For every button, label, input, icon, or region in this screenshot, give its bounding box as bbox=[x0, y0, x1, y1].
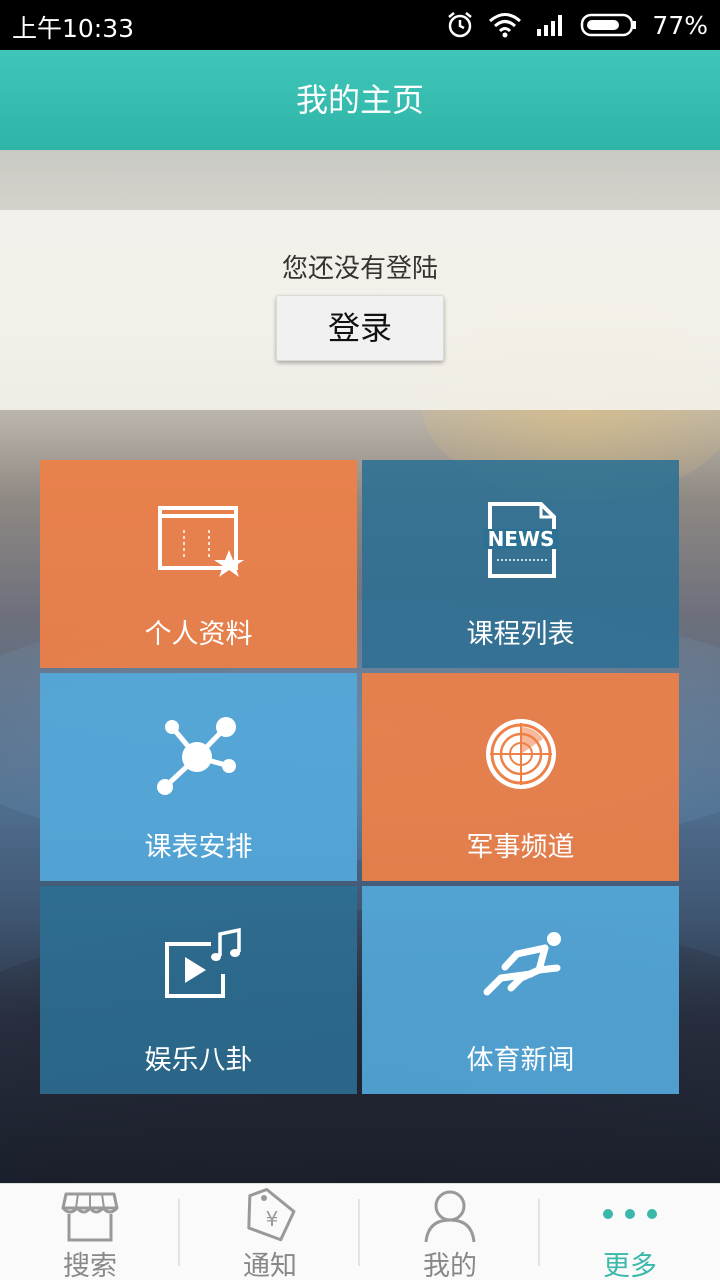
svg-text:NEWS: NEWS bbox=[487, 527, 554, 551]
tile-military[interactable]: 军事频道 bbox=[362, 673, 679, 881]
tile-course-list[interactable]: NEWS 课程列表 bbox=[362, 460, 679, 668]
tile-sports-news[interactable]: 体育新闻 bbox=[362, 886, 679, 1094]
profile-card-star-icon bbox=[149, 500, 249, 580]
tile-label: 个人资料 bbox=[40, 612, 357, 651]
login-panel: 您还没有登陆 登录 bbox=[0, 210, 720, 410]
battery-percentage: 77% bbox=[652, 11, 708, 40]
tile-label: 军事频道 bbox=[362, 825, 679, 864]
nav-item-label: 搜索 bbox=[0, 1244, 180, 1280]
battery-icon bbox=[580, 12, 638, 38]
nav-item-more[interactable]: 更多 bbox=[540, 1184, 720, 1280]
nav-item-search[interactable]: 搜索 bbox=[0, 1184, 180, 1280]
video-music-icon bbox=[149, 926, 249, 1006]
runner-icon bbox=[471, 926, 571, 1006]
nav-item-label: 我的 bbox=[360, 1244, 540, 1280]
nav-item-label: 更多 bbox=[540, 1244, 720, 1280]
page-title: 我的主页 bbox=[296, 81, 424, 119]
tile-profile[interactable]: 个人资料 bbox=[40, 460, 357, 668]
tile-entertainment[interactable]: 娱乐八卦 bbox=[40, 886, 357, 1094]
more-dots-icon bbox=[600, 1186, 660, 1244]
login-status-message: 您还没有登陆 bbox=[0, 248, 720, 285]
bottom-nav: 搜索 ¥ 通知 我的 更多 bbox=[0, 1183, 720, 1280]
user-icon bbox=[420, 1186, 480, 1244]
tile-label: 体育新闻 bbox=[362, 1038, 679, 1077]
tile-schedule[interactable]: 课表安排 bbox=[40, 673, 357, 881]
radar-icon bbox=[471, 713, 571, 793]
nav-item-notifications[interactable]: ¥ 通知 bbox=[180, 1184, 360, 1280]
tile-label: 课表安排 bbox=[40, 825, 357, 864]
signal-icon bbox=[536, 13, 566, 37]
app-bar: 我的主页 bbox=[0, 50, 720, 150]
wifi-icon bbox=[488, 12, 522, 38]
tile-label: 课程列表 bbox=[362, 612, 679, 651]
status-time: 上午10:33 bbox=[12, 9, 134, 45]
status-icons: 77% bbox=[446, 8, 708, 42]
login-button[interactable]: 登录 bbox=[276, 295, 444, 361]
status-bar: 上午10:33 77% bbox=[0, 0, 720, 50]
tile-label: 娱乐八卦 bbox=[40, 1038, 357, 1077]
tag-icon: ¥ bbox=[240, 1186, 300, 1244]
nav-item-mine[interactable]: 我的 bbox=[360, 1184, 540, 1280]
news-icon: NEWS bbox=[471, 500, 571, 580]
store-icon bbox=[60, 1186, 120, 1244]
alarm-icon bbox=[446, 11, 474, 39]
svg-text:¥: ¥ bbox=[266, 1207, 279, 1231]
nav-item-label: 通知 bbox=[180, 1244, 360, 1280]
network-icon bbox=[149, 713, 249, 797]
